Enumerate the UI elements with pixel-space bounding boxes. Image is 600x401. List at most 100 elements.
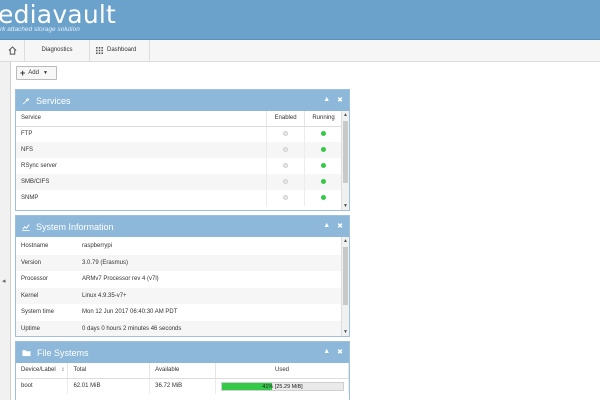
close-icon[interactable]: ✖ <box>337 348 343 356</box>
info-value: 0 days 0 hours 2 minutes 46 seconds <box>82 325 182 332</box>
total-size: 62.01 MiB <box>67 378 151 394</box>
file-systems-widget-title: File Systems <box>37 347 89 358</box>
list-item: Version 3.0.79 (Erasmus) <box>16 254 349 271</box>
file-systems-widget-header[interactable]: File Systems ▲ ✖ <box>16 342 349 363</box>
close-icon[interactable]: ✖ <box>337 96 343 104</box>
list-item: Kernel Linux 4.9.35-v7+ <box>16 287 349 304</box>
column-header-service[interactable]: Service <box>16 111 268 127</box>
collapse-icon[interactable]: ▲ <box>323 222 330 230</box>
info-key: Uptime <box>21 325 41 332</box>
list-item: Processor ARMv7 Processor rev 4 (v7l) <box>16 271 349 288</box>
enabled-status-icon <box>283 194 289 200</box>
close-icon[interactable]: ✖ <box>337 222 343 230</box>
home-icon <box>8 46 16 55</box>
used-cell: 41% [25.29 MiB] <box>215 378 349 394</box>
breadcrumb: Diagnostics Dashboard <box>0 40 600 62</box>
breadcrumb-dashboard-label: Dashboard <box>107 47 137 53</box>
column-header-used[interactable]: Used <box>215 363 349 379</box>
collapse-icon[interactable]: ▲ <box>323 96 330 104</box>
running-cell <box>304 190 343 206</box>
collapse-icon[interactable]: ▲ <box>323 348 330 356</box>
app-tagline: rk attached storage solution <box>0 26 80 33</box>
folder-icon <box>22 349 31 356</box>
info-key: Hostname <box>21 243 49 250</box>
column-header-running[interactable]: Running <box>304 111 343 127</box>
enabled-status-icon <box>283 178 289 184</box>
line-chart-icon <box>22 223 30 231</box>
breadcrumb-diagnostics[interactable]: Diagnostics <box>25 40 90 61</box>
file-systems-table: Device/Label ↕ Total Available Used boot… <box>16 363 349 394</box>
services-widget-header[interactable]: Services ▲ ✖ <box>16 90 349 111</box>
system-info-widget-header[interactable]: System Information ▲ ✖ <box>16 216 349 237</box>
breadcrumb-diagnostics-label: Diagnostics <box>41 47 73 53</box>
running-status-icon <box>321 194 326 200</box>
usage-progress-bar: 41% [25.29 MiB] <box>220 381 344 391</box>
running-status-icon <box>321 178 326 184</box>
enabled-cell <box>266 126 306 142</box>
column-header-enabled[interactable]: Enabled <box>266 111 306 127</box>
sidebar-collapsed[interactable]: ◂ <box>0 62 11 400</box>
wrench-icon <box>22 97 30 104</box>
info-key: Version <box>21 259 42 266</box>
info-value: ARMv7 Processor rev 4 (v7l) <box>82 276 159 283</box>
info-value: Mon 12 Jun 2017 06:40:30 AM PDT <box>82 309 178 316</box>
service-name: SMB/CIFS <box>16 174 268 190</box>
enabled-cell <box>266 142 306 158</box>
list-item: Uptime 0 days 0 hours 2 minutes 46 second… <box>16 320 349 336</box>
enabled-cell <box>266 174 306 190</box>
breadcrumb-dashboard[interactable]: Dashboard <box>90 40 150 61</box>
enabled-cell <box>266 190 306 206</box>
chevron-left-icon[interactable]: ◂ <box>2 277 6 285</box>
service-name: SNMP <box>16 190 268 206</box>
home-button[interactable] <box>0 40 25 61</box>
system-info-list: Hostname raspberrypi Version 3.0.79 (Erasmu… <box>16 237 349 336</box>
running-status-icon <box>321 146 326 152</box>
system-info-widget: System Information ▲ ✖ Hostname raspberry… <box>15 215 350 337</box>
table-row[interactable]: NFS <box>16 142 343 158</box>
services-table: Service Enabled Running FTP NFS RSync serv… <box>16 111 343 206</box>
plus-icon: + <box>20 67 26 78</box>
table-row[interactable]: SNMP <box>16 190 343 206</box>
table-row[interactable]: RSync server <box>16 158 343 174</box>
column-header-device-label: Device/Label <box>21 367 56 374</box>
system-info-scrollbar[interactable]: ▲ ▼ <box>341 237 349 336</box>
file-systems-header-row: Device/Label ↕ Total Available Used <box>16 363 349 379</box>
column-header-available[interactable]: Available <box>149 363 216 379</box>
list-item: System time Mon 12 Jun 2017 06:40:30 AM P… <box>16 304 349 321</box>
info-value: raspberrypi <box>82 243 113 250</box>
caret-down-icon: ▼ <box>42 70 48 76</box>
add-button-label: Add <box>28 70 39 76</box>
service-name: NFS <box>16 142 268 158</box>
service-name: RSync server <box>16 158 268 174</box>
table-row[interactable]: boot 62.01 MiB 36.72 MiB 41% [25.29 MiB] <box>16 378 349 394</box>
enabled-cell <box>266 158 306 174</box>
info-key: System time <box>21 309 55 316</box>
running-status-icon <box>321 130 326 136</box>
running-cell <box>304 142 343 158</box>
system-info-widget-title: System Information <box>36 221 114 232</box>
running-cell <box>304 126 343 142</box>
table-row[interactable]: FTP <box>16 126 343 142</box>
running-cell <box>304 174 343 190</box>
services-header-row: Service Enabled Running <box>16 111 343 127</box>
file-systems-widget: File Systems ▲ ✖ Device/Label ↕ Total Av… <box>15 341 350 400</box>
table-row[interactable]: SMB/CIFS <box>16 174 343 190</box>
app-header: ediavault rk attached storage solution <box>0 0 600 40</box>
service-name: FTP <box>16 126 268 142</box>
grid-icon <box>96 47 103 54</box>
enabled-status-icon <box>283 130 289 136</box>
info-value: Linux 4.9.35-v7+ <box>82 292 127 299</box>
info-value: 3.0.79 (Erasmus) <box>82 259 129 266</box>
column-header-device[interactable]: Device/Label ↕ <box>16 363 69 379</box>
running-status-icon <box>321 162 326 168</box>
column-header-total[interactable]: Total <box>67 363 151 379</box>
services-scrollbar[interactable]: ▲ ▼ <box>341 111 349 210</box>
enabled-status-icon <box>283 162 289 168</box>
usage-progress-text: 41% [25.29 MiB] <box>262 383 303 390</box>
sort-icon: ↕ <box>61 367 65 374</box>
add-button[interactable]: + Add ▼ <box>16 66 57 80</box>
device-label: boot <box>16 378 69 394</box>
services-widget-title: Services <box>36 95 71 106</box>
enabled-status-icon <box>283 146 289 152</box>
info-key: Processor <box>21 276 49 283</box>
